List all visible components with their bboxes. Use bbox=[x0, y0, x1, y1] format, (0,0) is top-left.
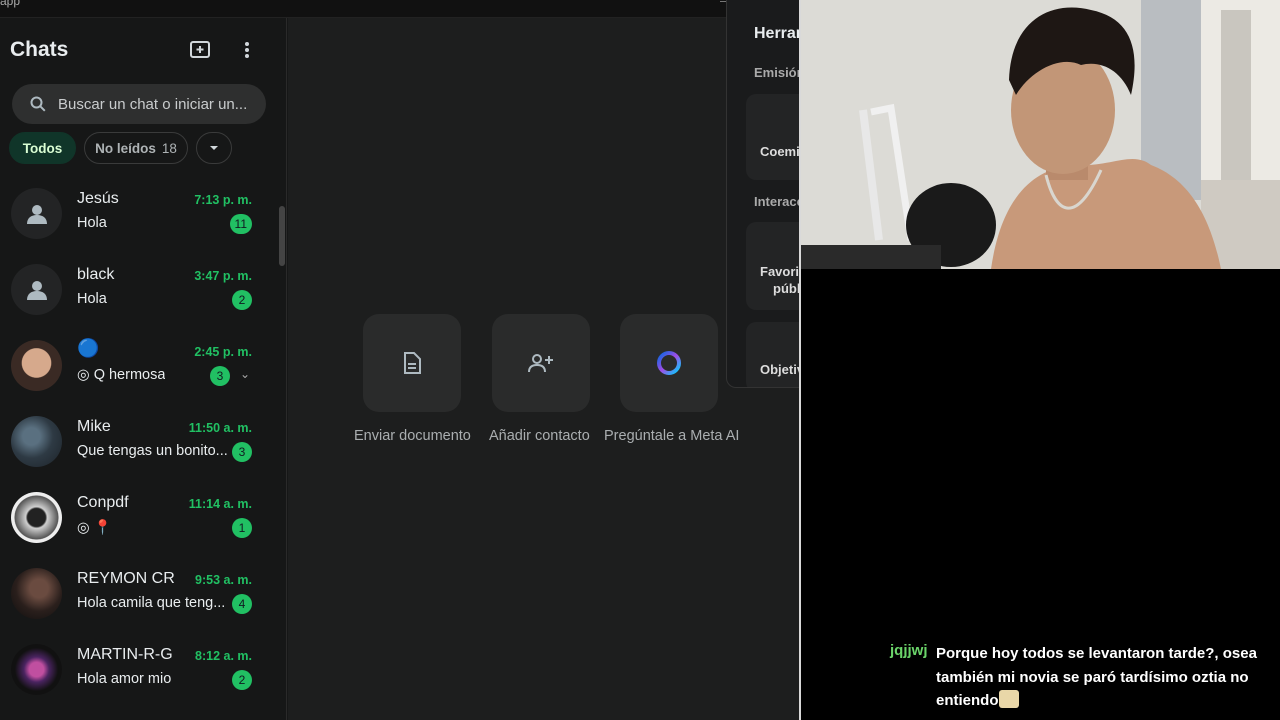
whatsapp-window: app Chats Todos No leídos 18 bbox=[0, 0, 800, 720]
chat-last-message: Hola bbox=[77, 291, 107, 307]
unread-badge: 2 bbox=[232, 670, 252, 690]
window-title: app bbox=[0, 0, 21, 8]
unread-badge: 1 bbox=[232, 518, 252, 538]
chat-last-message: Que tengas un bonito... bbox=[77, 443, 227, 459]
filter-all-label: Todos bbox=[22, 140, 63, 156]
favorites-label-line1: Favorit bbox=[760, 264, 800, 279]
chat-message-text: Porque hoy todos se levantaron tarde?, o… bbox=[936, 645, 1257, 709]
chat-time: 11:50 a. m. bbox=[188, 421, 252, 435]
chat-last-message: Hola camila que teng... bbox=[77, 595, 226, 611]
avatar bbox=[11, 492, 62, 543]
chat-item-black[interactable]: black Hola 3:47 p. m. 2 bbox=[0, 254, 280, 330]
default-avatar-icon bbox=[11, 188, 62, 239]
chat-item-conpdf[interactable]: Conpdf ◎ 📍 11:14 a. m. 1 bbox=[0, 482, 280, 558]
avatar bbox=[11, 644, 62, 695]
search-icon bbox=[30, 96, 46, 112]
chat-item-jesus[interactable]: Jesús Hola 7:13 p. m. 11 bbox=[0, 178, 280, 254]
chat-last-message-text: Q hermosa bbox=[93, 367, 166, 383]
chevron-down-icon bbox=[210, 146, 218, 150]
unread-badge: 4 bbox=[232, 594, 252, 614]
chat-time: 9:53 a. m. bbox=[195, 573, 252, 587]
chat-last-message: ◎ 📍 bbox=[77, 519, 112, 536]
chat-name: Conpdf bbox=[77, 494, 129, 511]
default-avatar-icon bbox=[11, 264, 62, 315]
goals-button[interactable]: Objetiv bbox=[746, 322, 800, 387]
chat-last-message-text: 📍 bbox=[93, 520, 112, 536]
avatar bbox=[11, 416, 62, 467]
chat-name: MARTIN-R-G bbox=[77, 646, 173, 663]
favorites-label-line2: públi bbox=[773, 281, 800, 296]
chat-item-martin[interactable]: MARTIN-R-G Hola amor mio 8:12 a. m. 2 bbox=[0, 634, 280, 710]
new-chat-icon[interactable] bbox=[188, 38, 212, 62]
status-ring-icon: ◎ bbox=[77, 367, 90, 383]
chat-item-mike[interactable]: Mike Que tengas un bonito... 11:50 a. m.… bbox=[0, 406, 280, 482]
main-panel: Enviar documento Añadir contacto Pregúnt… bbox=[288, 18, 800, 720]
search-bar[interactable] bbox=[12, 84, 266, 124]
add-contact-label: Añadir contacto bbox=[489, 428, 590, 444]
add-contact-button[interactable] bbox=[492, 314, 590, 412]
document-icon bbox=[404, 352, 421, 374]
chat-last-message: Hola amor mio bbox=[77, 671, 172, 687]
cohost-label: Coemi bbox=[760, 144, 800, 159]
send-document-label: Enviar documento bbox=[354, 428, 471, 444]
chat-last-message: Hola bbox=[77, 215, 107, 231]
ask-meta-ai-label: Pregúntale a Meta AI bbox=[604, 428, 740, 444]
chat-username: jqjjwj bbox=[890, 642, 928, 659]
filter-all-chip[interactable]: Todos bbox=[9, 132, 76, 164]
chevron-down-icon[interactable]: ⌄ bbox=[240, 367, 250, 381]
search-input[interactable] bbox=[58, 95, 248, 113]
chat-item-reymon[interactable]: REYMON CR Hola camila que teng... 9:53 a… bbox=[0, 558, 280, 634]
filter-unread-count: 18 bbox=[161, 140, 177, 156]
unread-badge: 3 bbox=[210, 366, 230, 386]
send-document-button[interactable] bbox=[363, 314, 461, 412]
filter-unread-chip[interactable]: No leídos 18 bbox=[84, 132, 188, 164]
chat-item-blue-circle[interactable]: 🔵 ◎ Q hermosa 2:45 p. m. 3 ⌄ bbox=[0, 330, 280, 406]
chat-time: 7:13 p. m. bbox=[194, 193, 252, 207]
status-ring-icon: ◎ bbox=[77, 520, 90, 536]
chat-name: REYMON CR bbox=[77, 570, 175, 587]
goals-label: Objetiv bbox=[760, 362, 800, 377]
tools-panel: Herram Emisión Coemi Interacc Favorit pú… bbox=[726, 0, 800, 388]
chat-time: 3:47 p. m. bbox=[194, 269, 252, 283]
chat-last-message: ◎ Q hermosa bbox=[77, 367, 165, 383]
meta-ai-icon bbox=[657, 351, 681, 375]
add-contact-icon bbox=[528, 354, 553, 373]
unread-badge: 2 bbox=[232, 290, 252, 310]
filter-more-dropdown[interactable] bbox=[196, 132, 232, 164]
unread-badge: 11 bbox=[229, 214, 252, 234]
chat-time: 2:45 p. m. bbox=[194, 345, 252, 359]
chat-list-scrollbar[interactable] bbox=[279, 206, 285, 266]
section-broadcast-label: Emisión bbox=[754, 65, 800, 80]
emote-icon bbox=[998, 690, 1019, 708]
menu-kebab-icon[interactable] bbox=[235, 38, 259, 62]
chat-name: 🔵 bbox=[77, 338, 100, 358]
chat-time: 11:14 a. m. bbox=[188, 497, 252, 511]
chat-name: black bbox=[77, 266, 115, 283]
chat-sidebar: Chats Todos No leídos 18 Jesús bbox=[0, 18, 287, 720]
tools-panel-title: Herram bbox=[754, 25, 800, 42]
chat-name: Jesús bbox=[77, 190, 119, 207]
public-favorites-button[interactable]: Favorit públi bbox=[746, 222, 800, 310]
chat-name: Mike bbox=[77, 418, 111, 435]
sidebar-title: Chats bbox=[10, 38, 69, 61]
chat-message-body: Porque hoy todos se levantaron tarde?, o… bbox=[936, 642, 1266, 713]
cohost-button[interactable]: Coemi bbox=[746, 94, 800, 180]
webcam-scene bbox=[801, 0, 1280, 269]
ask-meta-ai-button[interactable] bbox=[620, 314, 718, 412]
webcam-feed bbox=[801, 0, 1280, 269]
window-title-bar: app bbox=[0, 0, 800, 18]
section-interactions-label: Interacc bbox=[754, 194, 800, 209]
chat-time: 8:12 a. m. bbox=[195, 649, 252, 663]
avatar bbox=[11, 340, 62, 391]
avatar bbox=[11, 568, 62, 619]
unread-badge: 3 bbox=[232, 442, 252, 462]
filter-unread-label: No leídos bbox=[95, 140, 156, 156]
